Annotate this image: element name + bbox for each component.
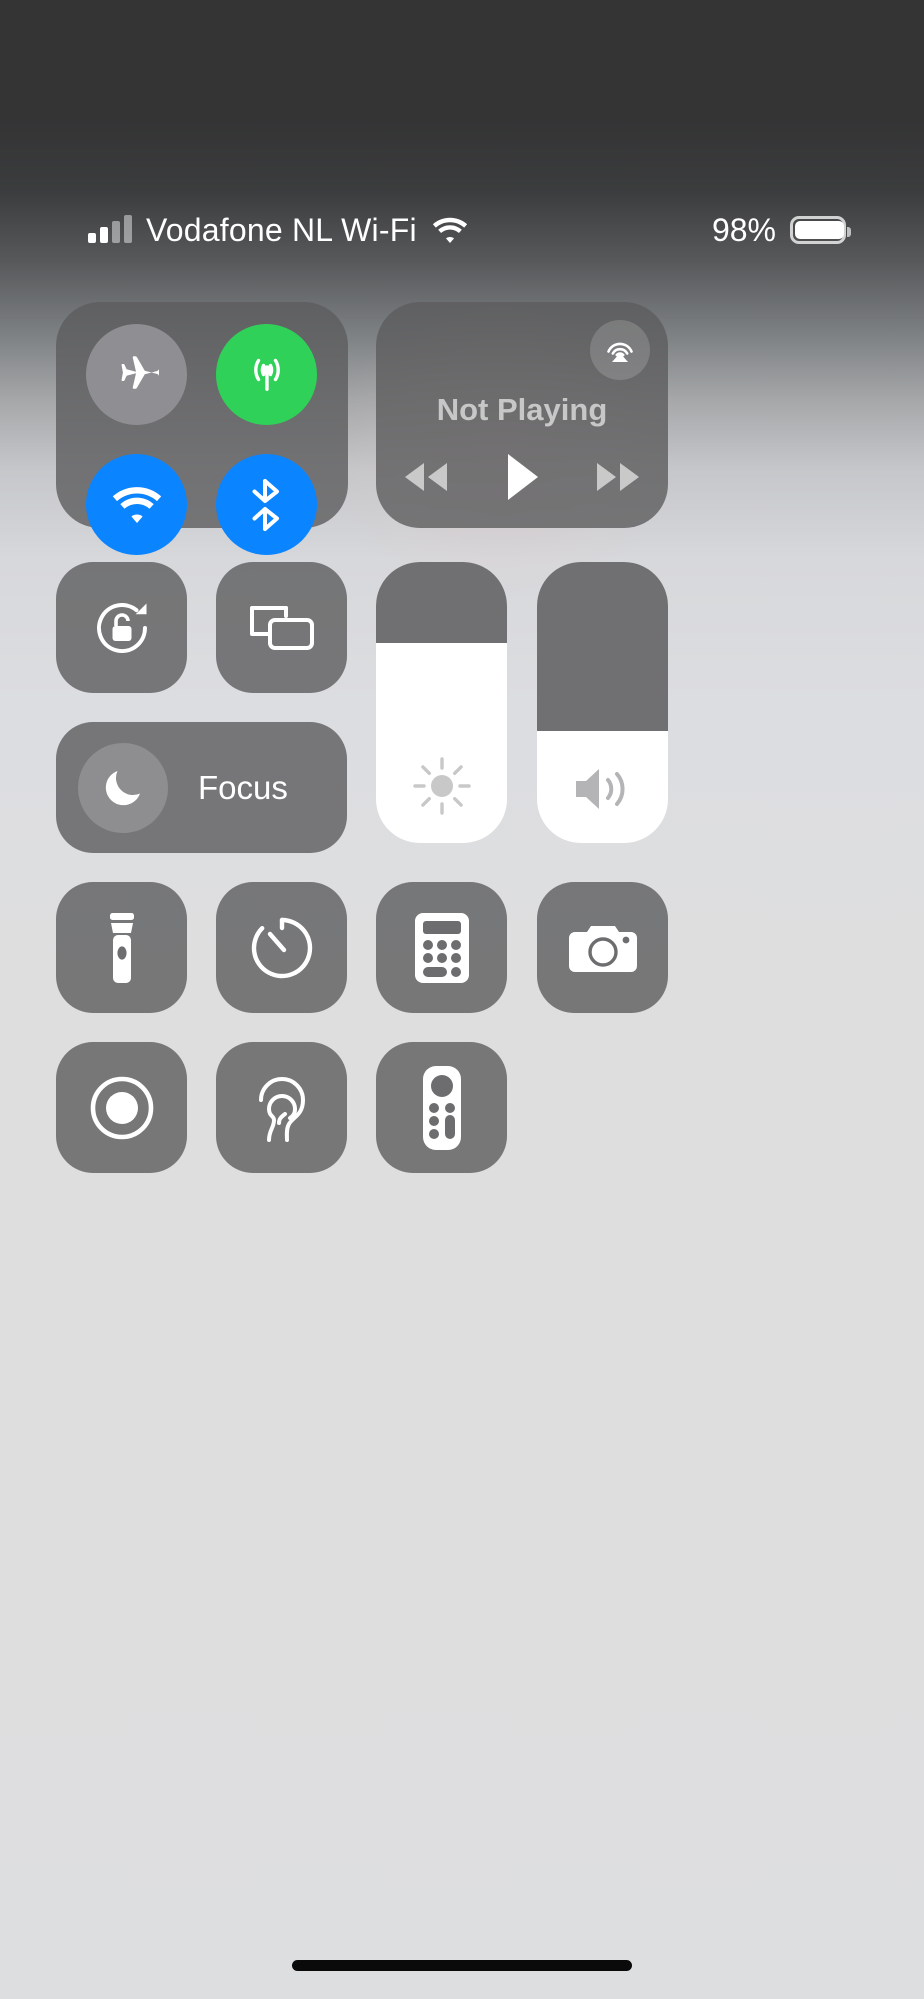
screen-record-icon xyxy=(85,1071,159,1145)
wifi-icon xyxy=(431,216,469,244)
wifi-toggle[interactable] xyxy=(86,454,187,555)
status-bar: Vodafone NL Wi-Fi 98% xyxy=(0,200,924,260)
connectivity-tile xyxy=(56,302,348,555)
cellular-data-toggle[interactable] xyxy=(216,324,317,425)
volume-slider[interactable] xyxy=(537,562,668,843)
hearing-button[interactable] xyxy=(216,1042,347,1173)
ear-hearing-icon xyxy=(251,1070,313,1146)
timer-icon xyxy=(246,912,318,984)
flashlight-icon xyxy=(101,910,143,986)
status-bar-left: Vodafone NL Wi-Fi xyxy=(88,200,469,260)
battery-icon xyxy=(790,216,851,244)
airplay-button[interactable] xyxy=(590,320,650,380)
bluetooth-toggle[interactable] xyxy=(216,454,317,555)
wifi-icon xyxy=(110,484,164,526)
focus-label: Focus xyxy=(198,768,288,806)
moon-icon xyxy=(78,742,168,833)
screen-mirroring-icon xyxy=(244,596,320,660)
control-center-screen: Vodafone NL Wi-Fi 98% Not Playing Focus xyxy=(0,0,924,1999)
rotation-lock-icon xyxy=(85,591,159,665)
bluetooth-icon xyxy=(247,477,287,533)
brightness-slider[interactable] xyxy=(376,562,507,843)
remote-icon xyxy=(419,1064,465,1152)
calculator-button[interactable] xyxy=(376,882,507,1013)
focus-button[interactable]: Focus xyxy=(56,722,347,853)
camera-icon xyxy=(565,918,641,978)
status-bar-right: 98% xyxy=(711,200,851,260)
fast-forward-button[interactable] xyxy=(588,456,648,498)
media-controls xyxy=(376,450,668,504)
screen-mirroring-button[interactable] xyxy=(216,562,347,693)
airplay-audio-icon xyxy=(601,331,639,369)
media-playback-tile: Not Playing xyxy=(376,302,668,528)
timer-button[interactable] xyxy=(216,882,347,1013)
cellular-antenna-icon xyxy=(239,347,295,403)
apple-tv-remote-button[interactable] xyxy=(376,1042,507,1173)
screen-recording-button[interactable] xyxy=(56,1042,187,1173)
home-indicator[interactable] xyxy=(292,1960,632,1971)
carrier-label: Vodafone NL Wi-Fi xyxy=(146,211,417,248)
brightness-slider-track xyxy=(376,562,507,644)
camera-button[interactable] xyxy=(537,882,668,1013)
speaker-volume-icon xyxy=(537,761,668,817)
calculator-icon xyxy=(413,911,471,985)
airplane-mode-toggle[interactable] xyxy=(86,324,187,425)
media-title: Not Playing xyxy=(436,392,608,427)
rewind-button[interactable] xyxy=(396,456,456,498)
volume-slider-track xyxy=(537,562,668,731)
brightness-sun-icon xyxy=(376,755,507,817)
cellular-signal-bars-icon xyxy=(88,215,132,243)
battery-percent-label: 98% xyxy=(711,211,776,248)
flashlight-button[interactable] xyxy=(56,882,187,1013)
play-button[interactable] xyxy=(500,450,544,504)
rotation-lock-button[interactable] xyxy=(56,562,187,693)
airplane-icon xyxy=(111,349,163,401)
